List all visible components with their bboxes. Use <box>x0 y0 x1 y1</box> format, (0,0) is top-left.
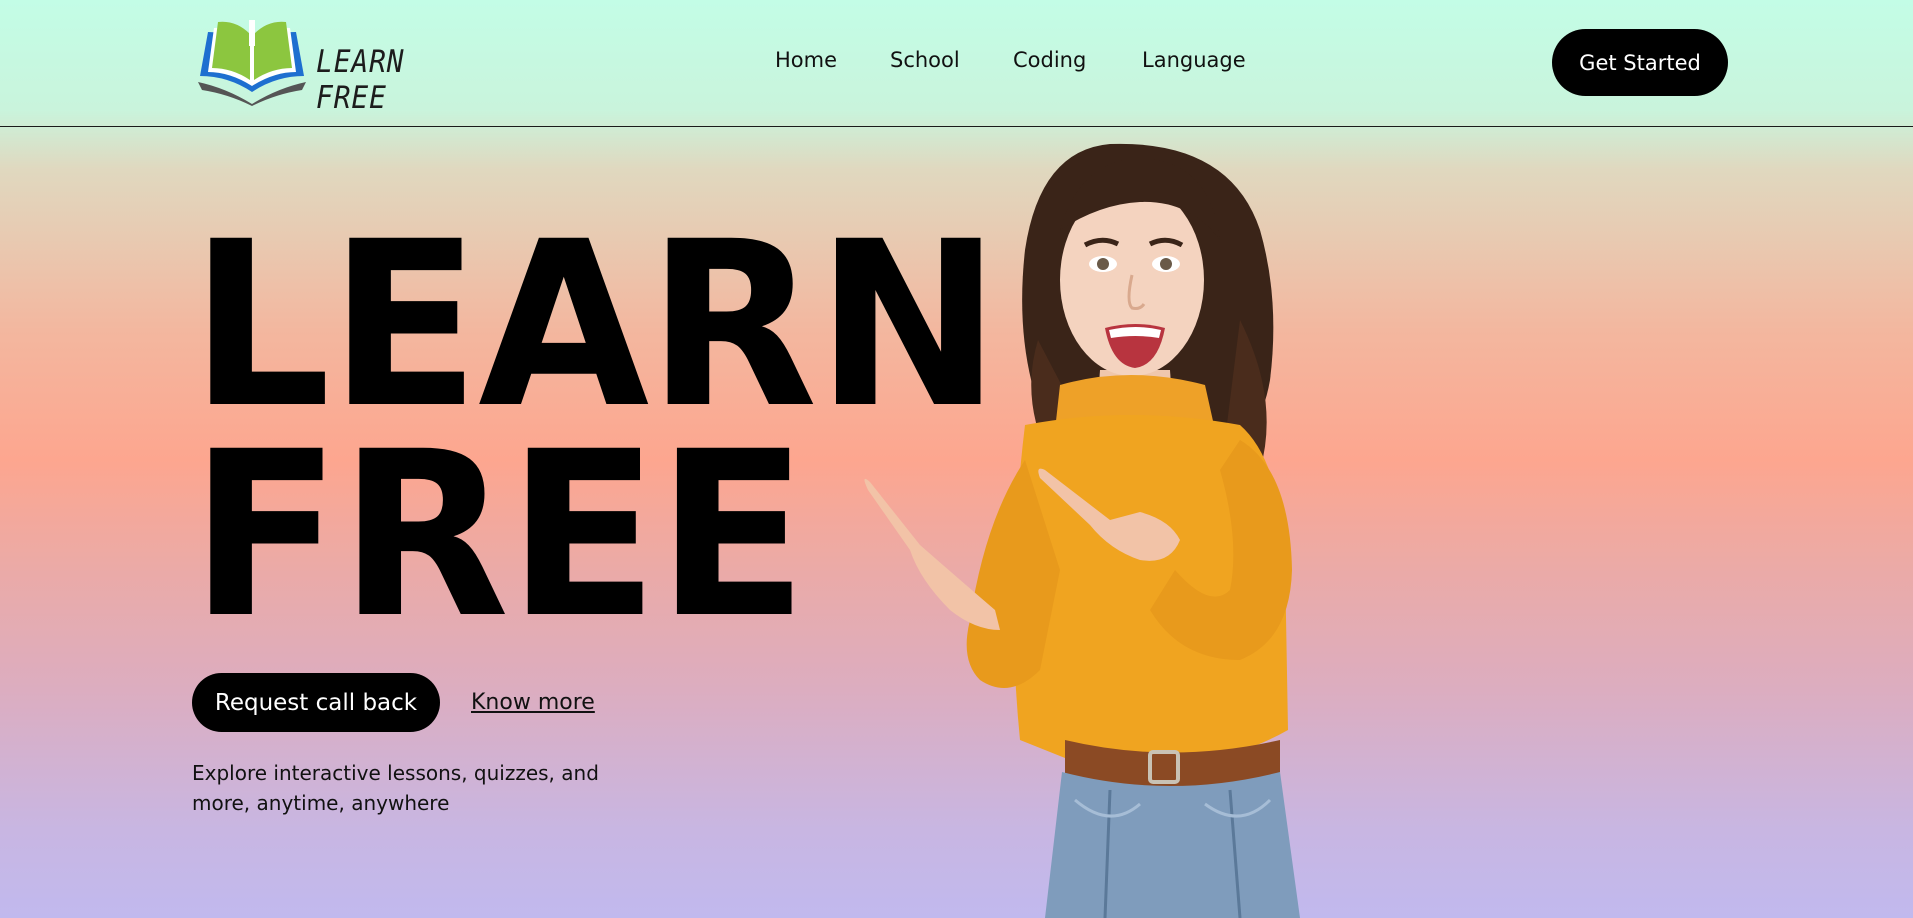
nav-home[interactable]: Home <box>775 48 837 72</box>
request-callback-button[interactable]: Request call back <box>192 673 440 732</box>
get-started-button[interactable]: Get Started <box>1552 29 1728 96</box>
site-header: LEARN FREE Home School Coding Language G… <box>0 0 1913 127</box>
nav-language[interactable]: Language <box>1142 48 1246 72</box>
brand-logo[interactable]: LEARN FREE <box>196 18 476 116</box>
brand-name: LEARN FREE <box>316 44 405 116</box>
nav-coding[interactable]: Coding <box>1013 48 1086 72</box>
woman-pointing-image <box>864 143 1300 918</box>
know-more-link[interactable]: Know more <box>471 690 595 715</box>
hero-tagline: Explore interactive lessons, quizzes, an… <box>192 761 599 815</box>
open-book-icon <box>198 20 306 106</box>
nav-school[interactable]: School <box>890 48 960 72</box>
